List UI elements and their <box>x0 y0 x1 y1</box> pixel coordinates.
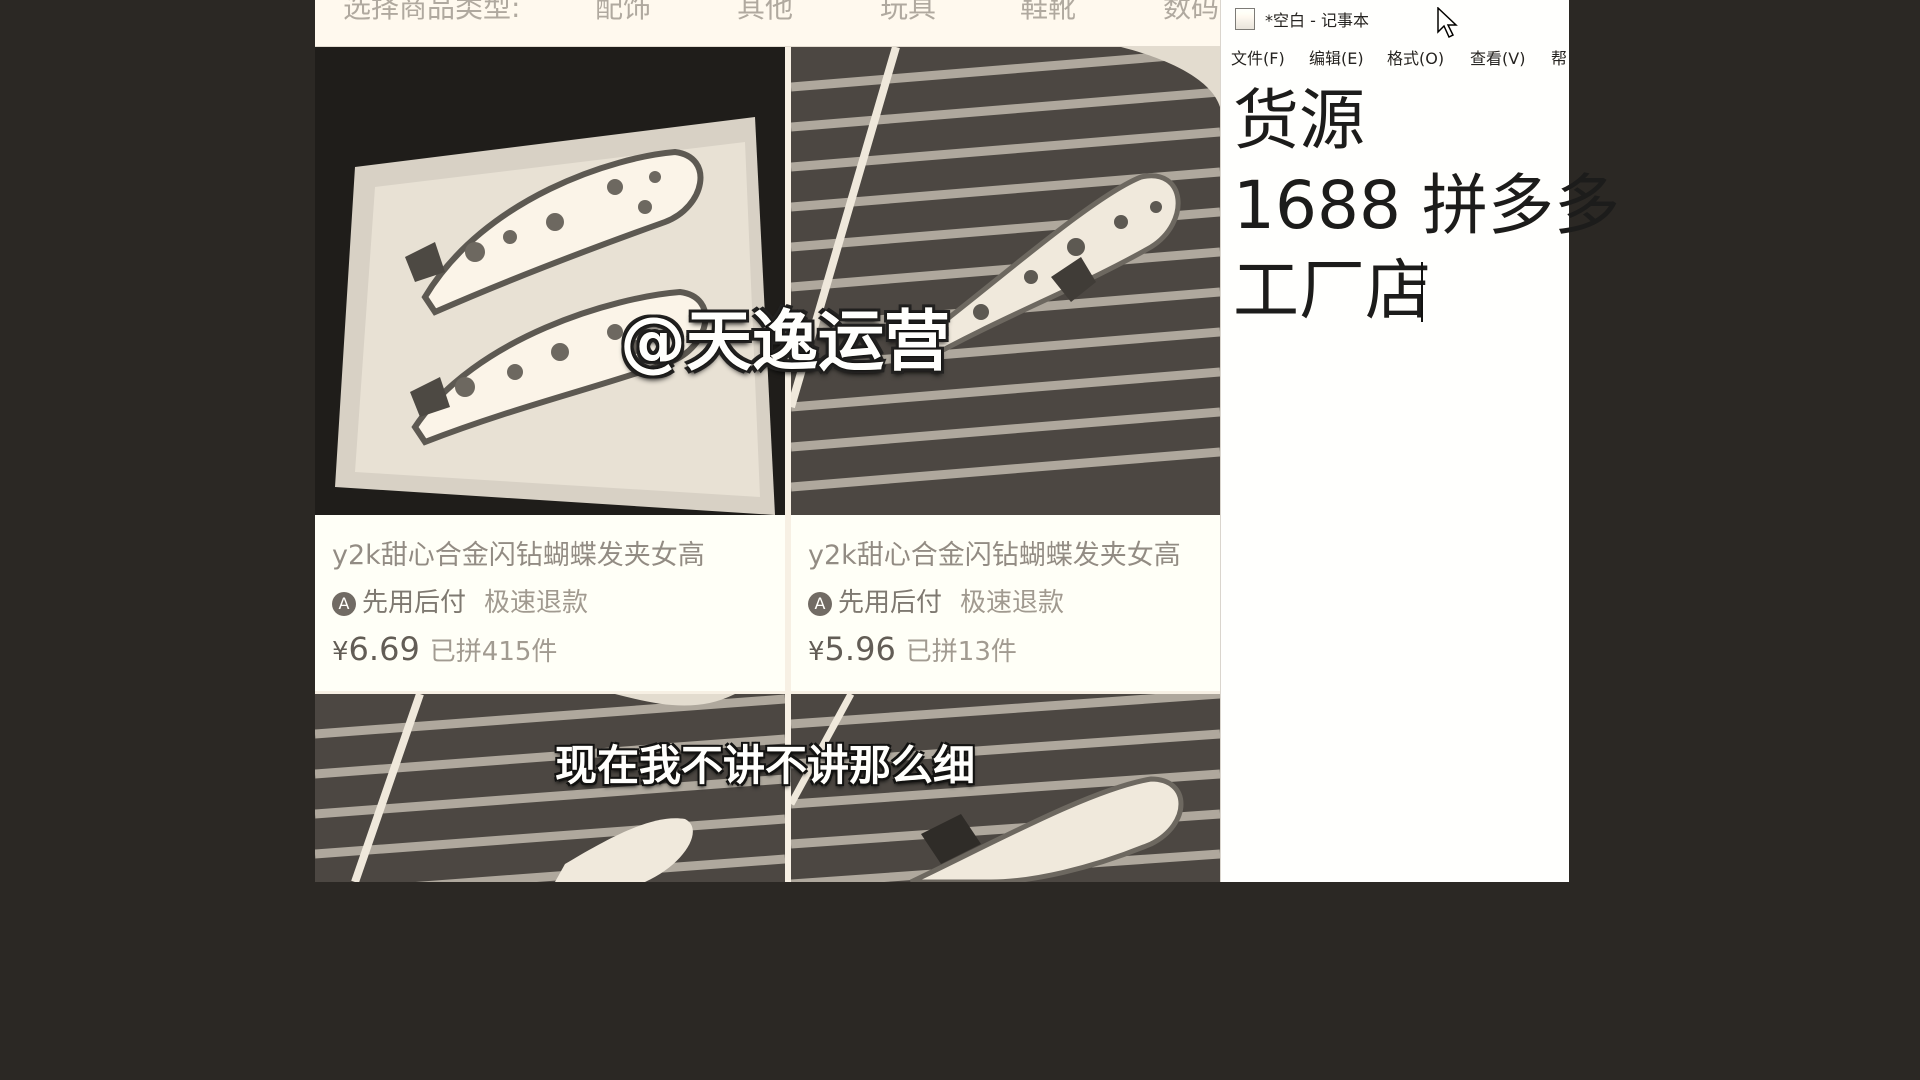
video-subtitle: 现在我不讲不讲那么细 <box>555 741 976 790</box>
service-badges: A 先用后付 极速退款 <box>332 582 588 619</box>
menu-view[interactable]: 查看(V) <box>1470 45 1525 69</box>
text-line: 货源 <box>1233 82 1365 159</box>
title-bar[interactable]: *空白 - 记事本 <box>1221 0 1569 36</box>
product-image[interactable] <box>791 47 1220 515</box>
price: 6.69 <box>348 630 420 668</box>
text-caret <box>1421 262 1423 322</box>
menu-bar: 文件(F) 编辑(E) 格式(O) 查看(V) 帮 <box>1221 40 1569 70</box>
product-image[interactable] <box>315 47 785 515</box>
menu-file[interactable]: 文件(F) <box>1231 45 1285 69</box>
text-line: 工厂店 <box>1233 252 1431 329</box>
category-tab[interactable]: 鞋靴 <box>1020 0 1076 26</box>
category-tab[interactable]: 其他 <box>737 0 793 26</box>
product-title[interactable]: y2k甜心合金闪钻蝴蝶发夹女高 <box>332 533 705 572</box>
fast-refund-label: 极速退款 <box>484 588 589 618</box>
watermark: @天逸运营 <box>620 303 950 380</box>
currency-symbol: ¥ <box>808 637 825 667</box>
service-badges: A 先用后付 极速退款 <box>808 582 1064 619</box>
category-prefix: 选择商品类型: <box>343 0 521 24</box>
menu-help[interactable]: 帮 <box>1551 45 1567 69</box>
pay-later-label: 先用后付 <box>838 588 943 618</box>
mouse-pointer-icon <box>1437 7 1458 39</box>
category-tab[interactable]: 配饰 <box>595 0 651 26</box>
text-editor[interactable]: 货源 1688 拼多多 工厂店 <box>1233 78 1620 333</box>
category-tab[interactable]: 玩具 <box>880 0 936 26</box>
notepad-window: *空白 - 记事本 文件(F) 编辑(E) 格式(O) 查看(V) 帮 货源 1… <box>1220 0 1620 882</box>
notepad-icon <box>1235 8 1255 30</box>
hairclip-photo-2 <box>791 47 1220 515</box>
sold-count: 已拼415件 <box>429 637 558 667</box>
pay-later-label: 先用后付 <box>362 588 467 618</box>
currency-symbol: ¥ <box>332 637 349 667</box>
hairclip-photo-1 <box>315 47 785 515</box>
price-row: ¥5.96 已拼13件 <box>808 630 1017 668</box>
menu-edit[interactable]: 编辑(E) <box>1309 45 1364 69</box>
menu-format[interactable]: 格式(O) <box>1387 45 1444 69</box>
fast-refund-label: 极速退款 <box>960 588 1065 618</box>
category-bar: 选择商品类型: 配饰 其他 玩具 鞋靴 数码 <box>315 0 1220 47</box>
product-title[interactable]: y2k甜心合金闪钻蝴蝶发夹女高 <box>808 533 1181 572</box>
pay-later-badge-icon: A <box>808 591 832 616</box>
pay-later-badge-icon: A <box>332 591 356 616</box>
category-tab[interactable]: 数码 <box>1163 0 1219 26</box>
window-title: *空白 - 记事本 <box>1265 11 1369 30</box>
sold-count: 已拼13件 <box>905 637 1017 667</box>
price-row: ¥6.69 已拼415件 <box>332 630 557 668</box>
price: 5.96 <box>824 630 896 668</box>
text-line: 1688 拼多多 <box>1233 167 1620 244</box>
